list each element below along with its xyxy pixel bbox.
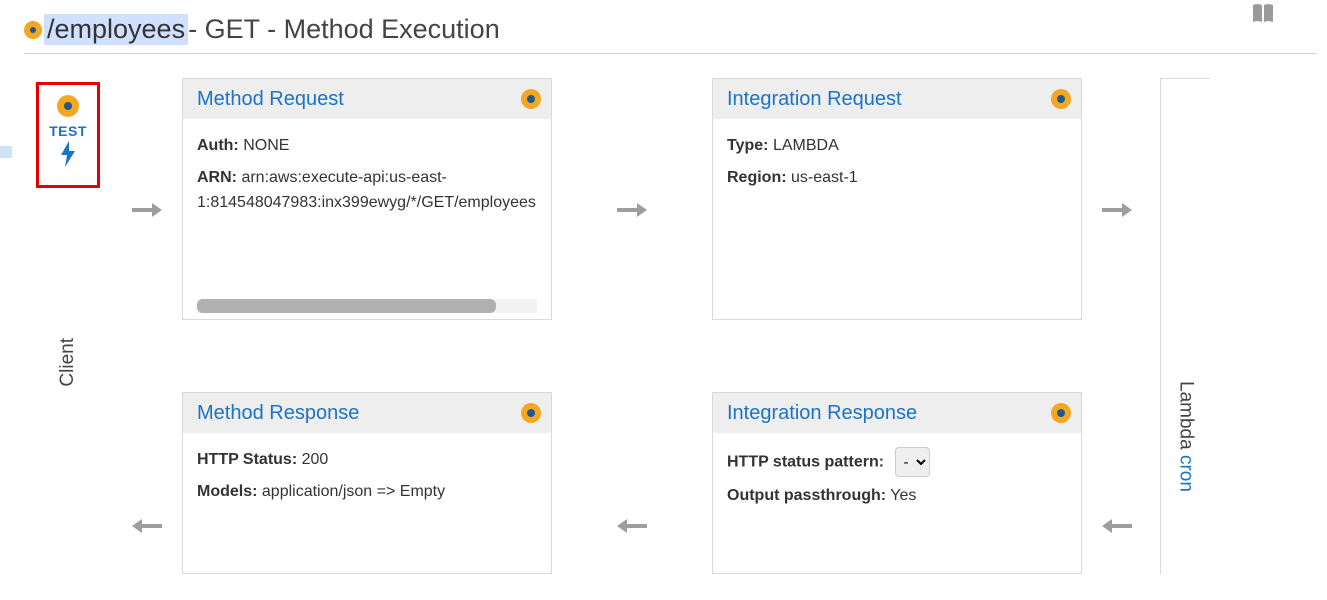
arn-label: ARN: (197, 169, 237, 186)
docs-icon[interactable] (1251, 2, 1275, 30)
bullet-icon (521, 89, 541, 109)
scrollbar[interactable] (197, 299, 537, 313)
http-status-row: HTTP Status: 200 (197, 447, 537, 473)
http-status-value: 200 (302, 451, 329, 468)
bolt-icon (60, 141, 76, 171)
method-response-card: Method Response HTTP Status: 200 Models:… (182, 392, 552, 574)
region-label: Region: (727, 169, 787, 186)
bullet-icon (1051, 403, 1071, 423)
method-request-title: Method Request (197, 88, 344, 111)
bullet-icon (24, 21, 42, 39)
method-response-body: HTTP Status: 200 Models: application/jso… (183, 433, 551, 573)
pattern-select[interactable]: - (895, 447, 930, 477)
arrow-right-icon (617, 196, 647, 222)
integration-request-body: Type: LAMBDA Region: us-east-1 (713, 119, 1081, 319)
passthrough-label: Output passthrough: (727, 487, 886, 504)
passthrough-value: Yes (890, 487, 916, 504)
method-column: Method Request Auth: NONE ARN: arn:aws:e… (182, 78, 552, 574)
arn-row: ARN: arn:aws:execute-api:us-east-1:81454… (197, 165, 537, 216)
resource-path: /employees (44, 14, 188, 45)
bullet-icon (1051, 89, 1071, 109)
method-response-header[interactable]: Method Response (183, 393, 551, 433)
lambda-prefix: Lambda (1176, 381, 1197, 455)
arrow-left-icon (1102, 512, 1132, 538)
models-label: Models: (197, 483, 257, 500)
client-label: Client (57, 338, 79, 387)
type-value: LAMBDA (773, 137, 839, 154)
lambda-label: Lambda cron (1175, 381, 1197, 492)
integration-response-body: HTTP status pattern: - Output passthroug… (713, 433, 1081, 573)
method-request-header[interactable]: Method Request (183, 79, 551, 119)
arrow-column (552, 78, 712, 574)
lambda-column: Lambda cron (1160, 78, 1210, 574)
arrow-right-icon (1102, 196, 1132, 222)
page-title: /employees - GET - Method Execution (24, 14, 1317, 45)
integration-request-card: Integration Request Type: LAMBDA Region:… (712, 78, 1082, 320)
bullet-icon (521, 403, 541, 423)
arrow-column (112, 78, 182, 574)
region-row: Region: us-east-1 (727, 165, 1067, 191)
method-request-card: Method Request Auth: NONE ARN: arn:aws:e… (182, 78, 552, 320)
models-value: application/json => Empty (262, 483, 445, 500)
test-button[interactable]: TEST (36, 82, 100, 188)
method-response-title: Method Response (197, 402, 359, 425)
auth-label: Auth: (197, 137, 239, 154)
auth-value: NONE (243, 137, 289, 154)
pattern-label: HTTP status pattern: (727, 454, 884, 471)
integration-response-header[interactable]: Integration Response (713, 393, 1081, 433)
integration-request-title: Integration Request (727, 88, 902, 111)
bullet-icon (57, 95, 79, 117)
auth-row: Auth: NONE (197, 133, 537, 159)
arrow-right-icon (132, 196, 162, 222)
integration-column: Integration Request Type: LAMBDA Region:… (712, 78, 1082, 574)
arn-value: arn:aws:execute-api:us-east-1:8145480479… (197, 169, 536, 212)
method-execution-flow: TEST Client Method Request Auth: NONE (0, 54, 1327, 574)
passthrough-row: Output passthrough: Yes (727, 483, 1067, 509)
page-title-rest: - GET - Method Execution (188, 14, 500, 45)
integration-response-title: Integration Response (727, 402, 917, 425)
page-header: /employees - GET - Method Execution (24, 0, 1317, 54)
integration-response-card: Integration Response HTTP status pattern… (712, 392, 1082, 574)
type-row: Type: LAMBDA (727, 133, 1067, 159)
method-request-body: Auth: NONE ARN: arn:aws:execute-api:us-e… (183, 119, 551, 319)
http-status-label: HTTP Status: (197, 451, 297, 468)
integration-request-header[interactable]: Integration Request (713, 79, 1081, 119)
client-column: TEST Client (24, 78, 112, 574)
pattern-row: HTTP status pattern: - (727, 447, 1067, 477)
arrow-left-icon (617, 512, 647, 538)
test-label: TEST (49, 123, 87, 139)
arrow-left-icon (132, 512, 162, 538)
selection-marker (0, 146, 12, 158)
type-label: Type: (727, 137, 768, 154)
lambda-link[interactable]: cron (1176, 455, 1197, 492)
region-value: us-east-1 (791, 169, 858, 186)
models-row: Models: application/json => Empty (197, 479, 537, 505)
arrow-column (1082, 78, 1152, 574)
